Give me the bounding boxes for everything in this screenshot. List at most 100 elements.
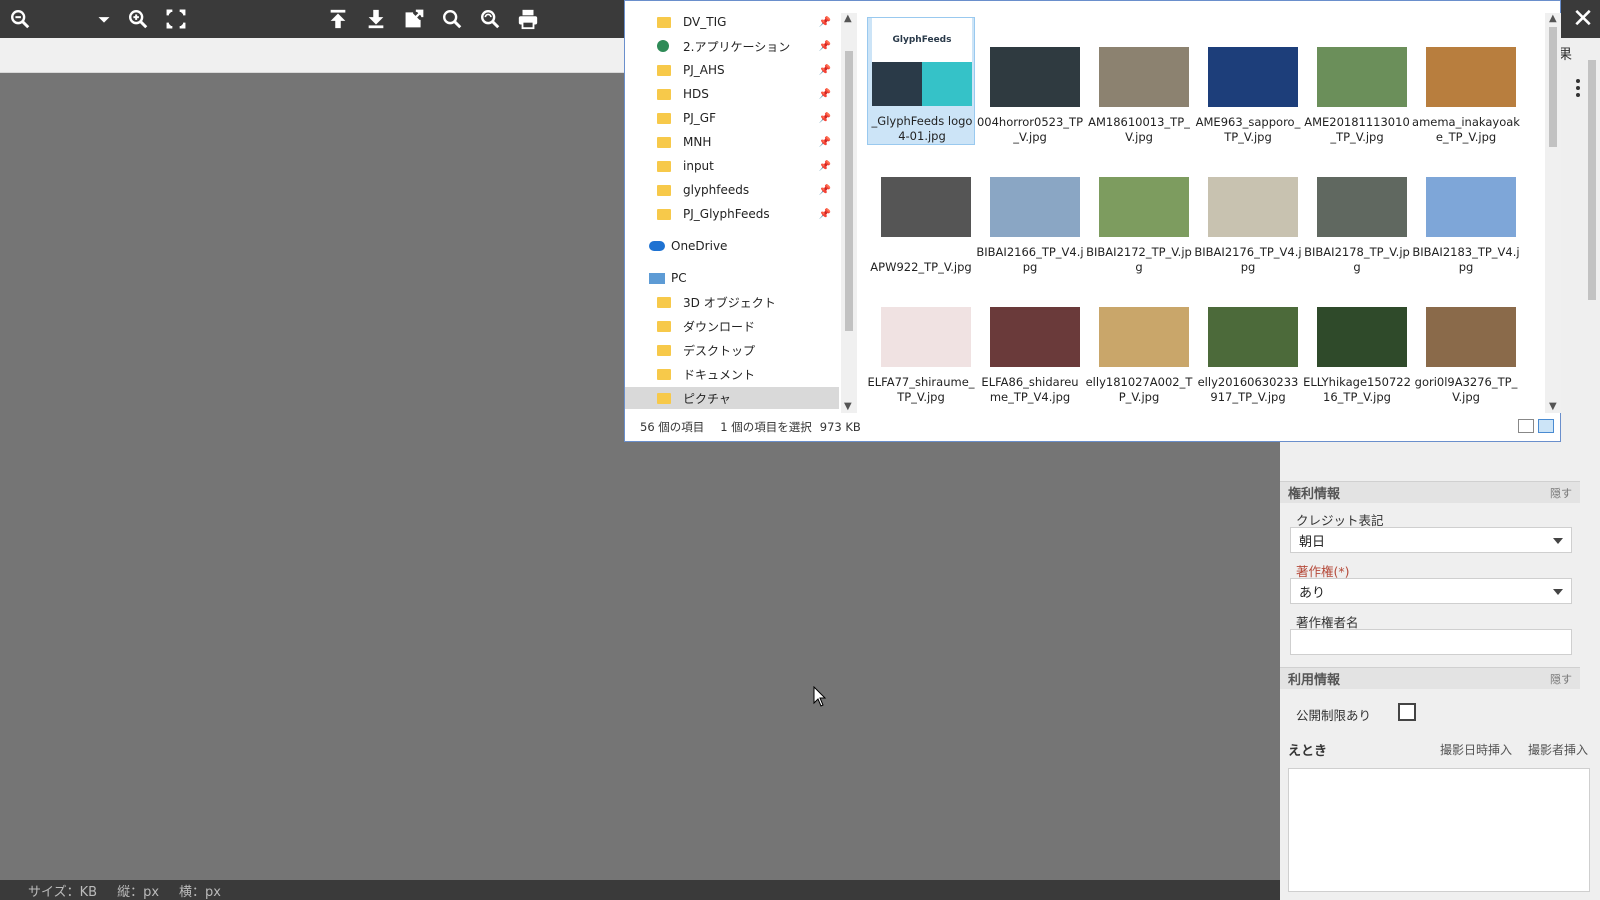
nav-item[interactable]: input 📌 — [625, 155, 839, 177]
file-tile[interactable]: ELFA77_shiraume_TP_V.jpg — [867, 277, 975, 405]
nav-item[interactable]: PC — [625, 267, 839, 289]
file-name: gori0l9A3276_TP_V.jpg — [1414, 375, 1518, 404]
nav-item-label: input — [683, 159, 714, 173]
nav-item[interactable]: 3D オブジェクト — [625, 291, 839, 313]
nav-item[interactable]: PJ_GF 📌 — [625, 107, 839, 129]
file-tile[interactable]: BIBAI2176_TP_V4.jpg — [1194, 147, 1302, 275]
restricted-checkbox[interactable] — [1398, 703, 1416, 721]
file-name: _GlyphFeeds logo 4-01.jpg — [871, 114, 973, 143]
nav-item[interactable]: ドキュメント — [625, 363, 839, 385]
rights-section-header: 権利情報 隠す — [1280, 481, 1580, 503]
nav-item[interactable]: 2.アプリケーション 📌 — [625, 35, 839, 57]
nav-item[interactable]: MNH 📌 — [625, 131, 839, 153]
dropdown-caret-icon[interactable] — [90, 5, 118, 33]
copyright-value: あり — [1299, 585, 1326, 601]
panel-scrollbar-thumb[interactable] — [1588, 60, 1596, 300]
file-thumbnail: GlyphFeeds — [872, 18, 972, 106]
file-grid: ✓GlyphFeeds_GlyphFeeds logo 4-01.jpg004h… — [865, 13, 1533, 413]
file-tile[interactable]: AME20181113010_TP_V.jpg — [1303, 17, 1411, 145]
file-tile[interactable]: ✓GlyphFeeds_GlyphFeeds logo 4-01.jpg — [867, 17, 975, 145]
details-view-icon[interactable] — [1518, 419, 1534, 433]
nav-item[interactable]: OneDrive — [625, 235, 839, 257]
scroll-up-icon[interactable]: ▲ — [1549, 13, 1557, 24]
file-name: elly20160630233917_TP_V.jpg — [1197, 375, 1299, 404]
open-external-icon[interactable] — [400, 5, 428, 33]
nav-item[interactable]: PJ_GlyphFeeds 📌 — [625, 203, 839, 225]
file-tile[interactable]: BIBAI2183_TP_V4.jpg — [1412, 147, 1520, 275]
folder-icon — [657, 136, 671, 148]
etoki-textarea[interactable] — [1288, 768, 1590, 892]
upload-icon[interactable] — [324, 5, 352, 33]
file-tile[interactable]: AME963_sapporo_TP_V.jpg — [1194, 17, 1302, 145]
file-name: ELFA86_shidareume_TP_V4.jpg — [981, 375, 1079, 404]
nav-item[interactable]: デスクトップ — [625, 339, 839, 361]
pin-icon: 📌 — [818, 88, 831, 100]
file-tile[interactable]: amema_inakayoake_TP_V.jpg — [1412, 17, 1520, 145]
large-icons-view-icon[interactable] — [1538, 419, 1554, 433]
pin-icon: 📌 — [818, 160, 831, 172]
nav-item[interactable]: HDS 📌 — [625, 83, 839, 105]
folder-icon — [657, 184, 671, 196]
nav-item[interactable]: PJ_AHS 📌 — [625, 59, 839, 81]
folder-icon — [657, 88, 671, 100]
pc-icon — [649, 272, 665, 284]
nav-item[interactable]: ピクチャ — [625, 387, 839, 409]
zoom-out-icon[interactable] — [6, 5, 34, 33]
scroll-down-icon[interactable]: ▼ — [844, 401, 852, 412]
explorer-status-bar: 56 個の項目 1 個の項目を選択 973 KB — [625, 413, 1560, 441]
nav-item-label: PJ_GlyphFeeds — [683, 207, 770, 221]
close-icon[interactable]: ✕ — [1568, 4, 1598, 34]
file-thumbnail — [1426, 177, 1516, 237]
scroll-up-icon[interactable]: ▲ — [844, 13, 852, 24]
grid-scrollbar-thumb[interactable] — [1549, 27, 1557, 147]
search-icon[interactable] — [438, 5, 466, 33]
credit-value: 朝日 — [1299, 534, 1326, 550]
nav-item-label: ドキュメント — [683, 367, 756, 382]
file-thumbnail — [1317, 307, 1407, 367]
file-name: BIBAI2176_TP_V4.jpg — [1194, 245, 1302, 274]
download-icon[interactable] — [362, 5, 390, 33]
pin-icon: 📌 — [818, 208, 831, 220]
file-tile[interactable]: elly20160630233917_TP_V.jpg — [1194, 277, 1302, 405]
insert-photographer-button[interactable]: 撮影者挿入 — [1528, 741, 1588, 758]
nav-item-label: ダウンロード — [683, 319, 756, 334]
more-options-icon[interactable] — [1574, 78, 1582, 98]
item-count: 56 個の項目 — [640, 420, 705, 434]
file-tile[interactable]: BIBAI2166_TP_V4.jpg — [976, 147, 1084, 275]
nav-item-label: デスクトップ — [683, 343, 756, 358]
restricted-label: 公開制限あり — [1296, 708, 1372, 723]
file-thumbnail — [1426, 307, 1516, 367]
folder-icon — [657, 112, 671, 124]
file-name: AME20181113010_TP_V.jpg — [1304, 115, 1410, 144]
nav-item[interactable]: DV_TIG 📌 — [625, 11, 839, 33]
file-name: ELLYhikage15072216_TP_V.jpg — [1303, 375, 1411, 404]
mouse-cursor-icon — [813, 685, 827, 711]
insert-date-button[interactable]: 撮影日時挿入 — [1440, 741, 1512, 758]
search-refresh-icon[interactable] — [476, 5, 504, 33]
file-tile[interactable]: gori0l9A3276_TP_V.jpg — [1412, 277, 1520, 405]
scroll-down-icon[interactable]: ▼ — [1549, 401, 1557, 412]
copyright-select[interactable]: あり — [1290, 578, 1572, 604]
file-tile[interactable]: APW922_TP_V.jpg — [867, 147, 975, 275]
file-tile[interactable]: elly181027A002_TP_V.jpg — [1085, 277, 1193, 405]
nav-item-label: OneDrive — [671, 239, 728, 253]
print-icon[interactable] — [514, 5, 542, 33]
usage-hide-button[interactable]: 隠す — [1550, 671, 1572, 687]
file-tile[interactable]: ELLYhikage15072216_TP_V.jpg — [1303, 277, 1411, 405]
file-tile[interactable]: ELFA86_shidareume_TP_V4.jpg — [976, 277, 1084, 405]
file-tile[interactable]: 004horror0523_TP_V.jpg — [976, 17, 1084, 145]
zoom-in-icon[interactable] — [124, 5, 152, 33]
folder-icon — [657, 160, 671, 172]
credit-select[interactable]: 朝日 — [1290, 527, 1572, 553]
nav-scrollbar-thumb[interactable] — [845, 51, 853, 331]
nav-item[interactable]: glyphfeeds 📌 — [625, 179, 839, 201]
file-tile[interactable]: AM18610013_TP_V.jpg — [1085, 17, 1193, 145]
fit-screen-icon[interactable] — [162, 5, 190, 33]
folder-icon — [657, 368, 671, 380]
file-tile[interactable]: BIBAI2172_TP_V.jpg — [1085, 147, 1193, 275]
nav-item-label: MNH — [683, 135, 712, 149]
nav-item[interactable]: ダウンロード — [625, 315, 839, 337]
copyright-holder-input[interactable] — [1290, 629, 1572, 655]
file-tile[interactable]: BIBAI2178_TP_V.jpg — [1303, 147, 1411, 275]
rights-hide-button[interactable]: 隠す — [1550, 485, 1572, 501]
